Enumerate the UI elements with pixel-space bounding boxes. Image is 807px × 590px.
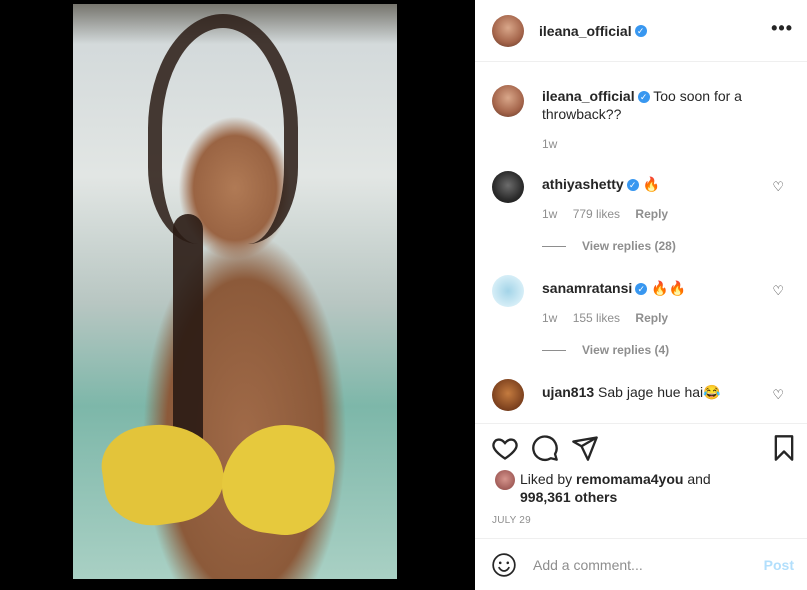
post-photo: [73, 4, 397, 579]
comment-username[interactable]: ujan813: [542, 384, 594, 400]
reply-button[interactable]: Reply: [635, 207, 668, 221]
view-replies-label: View replies (28): [582, 239, 676, 253]
reply-button[interactable]: Reply: [635, 311, 668, 325]
comment-text: Sab jage hue hai😂: [598, 384, 721, 400]
comment-like-heart-icon[interactable]: ♡: [772, 387, 784, 403]
view-replies-button[interactable]: View replies (28): [542, 239, 676, 253]
view-replies-button[interactable]: View replies (4): [542, 343, 669, 357]
photo-detail-left: [96, 416, 230, 532]
avatar[interactable]: [492, 14, 524, 47]
comment-item: sanamratansi ✓ 🔥🔥 ♡ 1w 155 likes Reply Vi…: [492, 275, 792, 357]
post-actions: Liked by remomama4you and 998,361 others…: [475, 423, 807, 590]
comment-username[interactable]: athiyashetty: [542, 176, 624, 192]
header-username[interactable]: ileana_official: [539, 23, 632, 39]
add-comment-bar: Add a comment... Post: [475, 538, 807, 590]
post-button[interactable]: Post: [764, 557, 794, 573]
verified-badge-icon: ✓: [635, 283, 648, 295]
more-options-icon[interactable]: •••: [771, 18, 793, 39]
comment-text: 🔥: [642, 176, 661, 192]
comment-icon[interactable]: [531, 434, 559, 462]
photo-detail-right: [215, 416, 341, 542]
comment-item: athiyashetty ✓ 🔥 ♡ 1w 779 likes Reply Vie…: [492, 171, 792, 253]
liker-username[interactable]: remomama4you: [576, 471, 683, 487]
likes-prefix: Liked by: [520, 471, 573, 487]
likes-conjunction: and: [687, 471, 711, 487]
comment-time[interactable]: 1w: [542, 311, 557, 325]
view-replies-label: View replies (4): [582, 343, 670, 357]
post-header: ileana_official ✓ •••: [475, 0, 807, 62]
comment-item: ujan813 Sab jage hue hai😂 ♡: [492, 379, 792, 411]
post-date[interactable]: JULY 29: [492, 515, 531, 526]
liker-avatar[interactable]: [495, 470, 515, 490]
avatar[interactable]: [492, 379, 524, 411]
comment-like-heart-icon[interactable]: ♡: [772, 179, 784, 195]
comment-text: 🔥🔥: [651, 280, 687, 296]
bookmark-icon[interactable]: [770, 434, 798, 462]
verified-badge-icon: ✓: [634, 24, 647, 37]
emoji-icon[interactable]: [491, 552, 517, 578]
photo-hair: [148, 14, 298, 244]
comment-likes[interactable]: 779 likes: [573, 207, 620, 221]
verified-badge-icon: ✓: [637, 91, 650, 103]
avatar[interactable]: [492, 171, 524, 203]
caption: ileana_official ✓ Too soon for a throwbac…: [492, 85, 792, 151]
likes-summary: Liked by remomama4you and 998,361 others: [520, 470, 711, 506]
comments-list[interactable]: ileana_official ✓ Too soon for a throwbac…: [475, 63, 807, 423]
post-media[interactable]: [73, 4, 397, 579]
replies-divider: [542, 245, 566, 247]
avatar[interactable]: [492, 85, 524, 117]
verified-badge-icon: ✓: [626, 179, 639, 191]
replies-divider: [542, 349, 566, 351]
avatar[interactable]: [492, 275, 524, 307]
comment-time[interactable]: 1w: [542, 207, 557, 221]
post-panel: ileana_official ✓ ••• ileana_official ✓ T…: [475, 0, 807, 590]
comment-like-heart-icon[interactable]: ♡: [772, 283, 784, 299]
heart-icon[interactable]: [491, 434, 519, 462]
comment-input[interactable]: Add a comment...: [533, 557, 643, 573]
comment-likes[interactable]: 155 likes: [573, 311, 620, 325]
caption-username[interactable]: ileana_official: [542, 88, 635, 104]
comment-username[interactable]: sanamratansi: [542, 280, 632, 296]
likes-others[interactable]: 998,361 others: [520, 489, 617, 505]
caption-time[interactable]: 1w: [542, 137, 557, 151]
share-icon[interactable]: [571, 434, 599, 462]
